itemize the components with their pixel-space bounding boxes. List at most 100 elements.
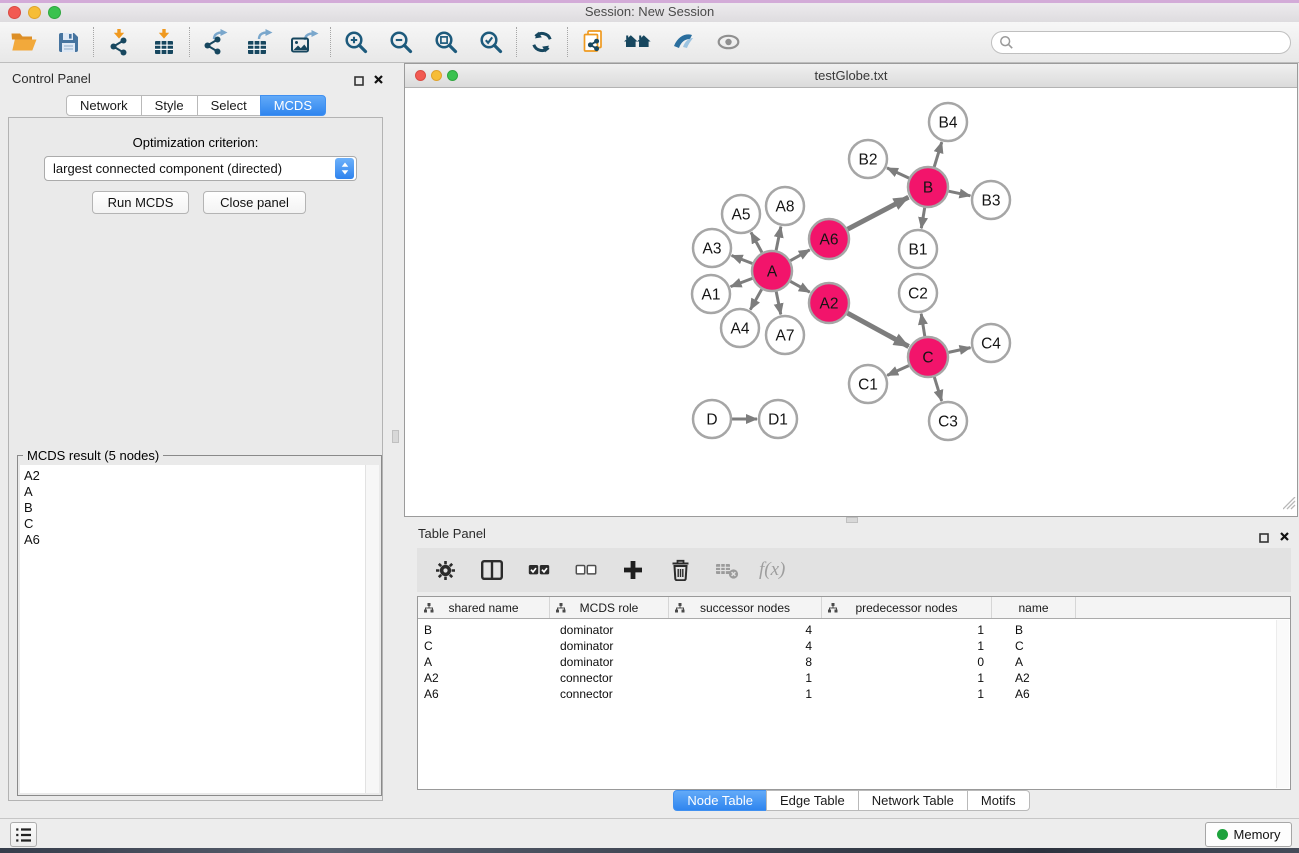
graph-node-A[interactable]: A xyxy=(752,251,792,291)
maximize-window-button[interactable] xyxy=(48,6,61,19)
delete-table-button[interactable] xyxy=(712,552,742,588)
graph-edge-A-A4[interactable] xyxy=(750,289,761,309)
graph-node-A1[interactable]: A1 xyxy=(692,275,730,313)
graph-edge-A-A5[interactable] xyxy=(751,232,762,252)
task-history-button[interactable] xyxy=(10,822,37,847)
graph-node-A5[interactable]: A5 xyxy=(722,195,760,233)
graph-node-C3[interactable]: C3 xyxy=(929,402,967,440)
graph-edge-A-A2[interactable] xyxy=(790,281,810,292)
graph-node-B4[interactable]: B4 xyxy=(929,103,967,141)
graph-edge-A-A8[interactable] xyxy=(776,227,781,251)
mcds-result-item[interactable]: A2 xyxy=(24,468,365,484)
table-row[interactable]: A6connector11A6 xyxy=(418,686,1290,702)
graph-node-B3[interactable]: B3 xyxy=(972,181,1010,219)
close-network-button[interactable] xyxy=(415,70,426,81)
table-row[interactable]: A2connector11A2 xyxy=(418,670,1290,686)
refresh-button[interactable] xyxy=(527,24,557,60)
table-scrollbar[interactable] xyxy=(1276,620,1289,788)
import-table-button[interactable] xyxy=(149,24,179,60)
graph-node-D1[interactable]: D1 xyxy=(759,400,797,438)
open-session-button[interactable] xyxy=(8,24,38,60)
mcds-result-item[interactable]: C xyxy=(24,516,365,532)
memory-button[interactable]: Memory xyxy=(1205,822,1292,847)
graph-node-C1[interactable]: C1 xyxy=(849,365,887,403)
graph-edge-A6-B[interactable] xyxy=(848,197,909,229)
graph-edge-C-C1[interactable] xyxy=(887,366,909,376)
delete-column-button[interactable] xyxy=(665,552,695,588)
column-header-MCDS-role[interactable]: MCDS role xyxy=(550,597,669,618)
graph-edge-B-B1[interactable] xyxy=(921,208,924,229)
table-row[interactable]: Cdominator41C xyxy=(418,638,1290,654)
column-header-shared-name[interactable]: shared name xyxy=(418,597,550,618)
tab-network[interactable]: Network xyxy=(66,95,142,116)
float-table-panel-button[interactable] xyxy=(1259,530,1269,548)
search-box[interactable] xyxy=(991,31,1291,54)
search-input[interactable] xyxy=(1018,34,1290,52)
close-table-panel-button[interactable] xyxy=(1279,529,1290,547)
graph-edge-A-A6[interactable] xyxy=(790,250,810,261)
horizontal-divider-handle[interactable] xyxy=(846,517,858,523)
mcds-result-item[interactable]: B xyxy=(24,500,365,516)
close-panel-button-inner[interactable]: Close panel xyxy=(203,191,306,214)
tab-select[interactable]: Select xyxy=(197,95,261,116)
new-session-button[interactable] xyxy=(578,24,608,60)
criterion-select[interactable]: largest connected component (directed) xyxy=(44,156,357,181)
graph-node-A2[interactable]: A2 xyxy=(809,283,849,323)
graph-node-A6[interactable]: A6 xyxy=(809,219,849,259)
close-window-button[interactable] xyxy=(8,6,21,19)
zoom-selected-button[interactable] xyxy=(476,24,506,60)
graph-edge-A-A7[interactable] xyxy=(776,292,781,315)
graph-node-A4[interactable]: A4 xyxy=(721,309,759,347)
float-panel-button[interactable] xyxy=(354,73,364,91)
graph-node-B1[interactable]: B1 xyxy=(899,230,937,268)
tab-motifs[interactable]: Motifs xyxy=(967,790,1030,811)
zoom-in-button[interactable] xyxy=(341,24,371,60)
home-button[interactable] xyxy=(623,24,653,60)
graph-edge-A2-C[interactable] xyxy=(847,313,908,346)
export-network-button[interactable] xyxy=(200,24,230,60)
export-image-button[interactable] xyxy=(290,24,320,60)
save-session-button[interactable] xyxy=(53,24,83,60)
graph-node-D[interactable]: D xyxy=(693,400,731,438)
column-header-predecessor-nodes[interactable]: predecessor nodes xyxy=(822,597,992,618)
export-table-button[interactable] xyxy=(245,24,275,60)
graph-node-A3[interactable]: A3 xyxy=(693,229,731,267)
zoom-out-button[interactable] xyxy=(386,24,416,60)
graph-node-C4[interactable]: C4 xyxy=(972,324,1010,362)
table-row[interactable]: Bdominator41B xyxy=(418,622,1290,638)
graph-node-B2[interactable]: B2 xyxy=(849,140,887,178)
tab-edge-table[interactable]: Edge Table xyxy=(766,790,859,811)
tab-mcds[interactable]: MCDS xyxy=(260,95,326,116)
graph-edge-C-C2[interactable] xyxy=(921,314,925,337)
minimize-network-button[interactable] xyxy=(431,70,442,81)
graph-node-A8[interactable]: A8 xyxy=(766,187,804,225)
function-builder-button[interactable]: f(x) xyxy=(759,552,785,588)
column-header-name[interactable]: name xyxy=(992,597,1076,618)
graph-edge-A-A1[interactable] xyxy=(731,278,753,286)
tab-node-table[interactable]: Node Table xyxy=(673,790,767,811)
show-graphics-button[interactable] xyxy=(713,24,743,60)
graph-edge-C-C3[interactable] xyxy=(934,377,941,401)
import-network-button[interactable] xyxy=(104,24,134,60)
add-column-button[interactable] xyxy=(618,552,648,588)
column-header-successor-nodes[interactable]: successor nodes xyxy=(669,597,822,618)
column-layout-button[interactable] xyxy=(477,552,507,588)
tab-network-table[interactable]: Network Table xyxy=(858,790,968,811)
graph-edge-B-B2[interactable] xyxy=(887,168,909,178)
result-scrollbar[interactable] xyxy=(365,465,379,793)
zoom-fit-button[interactable] xyxy=(431,24,461,60)
graph-node-C2[interactable]: C2 xyxy=(899,274,937,312)
mcds-result-item[interactable]: A6 xyxy=(24,532,365,548)
network-canvas[interactable]: AA1A2A3A4A5A6A7A8BB1B2B3B4CC1C2C3C4DD1 xyxy=(405,89,1297,516)
mcds-result-item[interactable]: A xyxy=(24,484,365,500)
graph-edge-C-C4[interactable] xyxy=(949,348,971,353)
tab-style[interactable]: Style xyxy=(141,95,198,116)
birdseye-toggle-button[interactable] xyxy=(668,24,698,60)
vertical-divider-handle[interactable] xyxy=(392,430,399,443)
graph-node-B[interactable]: B xyxy=(908,167,948,207)
close-panel-button[interactable] xyxy=(373,72,384,90)
minimize-window-button[interactable] xyxy=(28,6,41,19)
graph-node-A7[interactable]: A7 xyxy=(766,316,804,354)
maximize-network-button[interactable] xyxy=(447,70,458,81)
graph-edge-B-B3[interactable] xyxy=(949,191,971,196)
